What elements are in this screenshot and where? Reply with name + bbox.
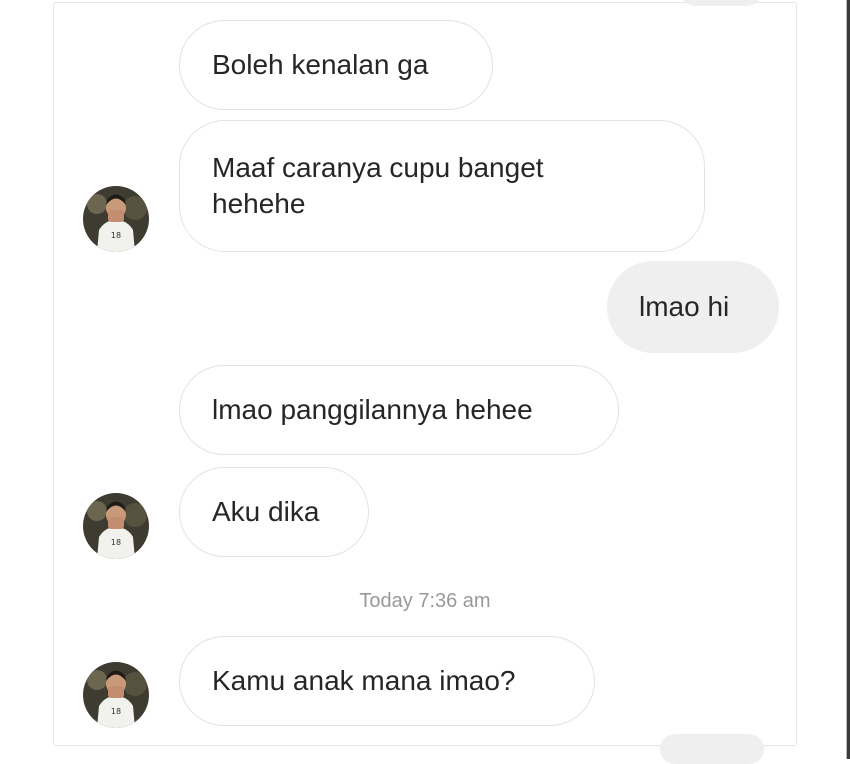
svg-text:18: 18: [111, 538, 121, 547]
message-bubble-outgoing: lmao hi: [607, 261, 779, 353]
message-timestamp: Today 7:36 am: [359, 590, 491, 612]
message-text: Boleh kenalan ga: [212, 49, 429, 80]
message-bubble-incoming: Boleh kenalan ga: [179, 20, 493, 110]
avatar[interactable]: 18: [83, 662, 149, 728]
avatar[interactable]: 18: [83, 186, 149, 252]
svg-text:18: 18: [111, 231, 121, 240]
person-icon: 18: [83, 493, 149, 559]
message-text: Kamu anak mana imao?: [212, 665, 516, 696]
message-text: Maaf caranya cupu banget hehehe: [212, 152, 544, 219]
message-bubble-incoming: lmao panggilannya hehee: [179, 365, 619, 455]
avatar[interactable]: 18: [83, 493, 149, 559]
svg-text:18: 18: [111, 707, 121, 716]
message-text: lmao hi: [639, 291, 730, 322]
message-text: Aku dika: [212, 496, 320, 527]
message-bubble-incoming: Maaf caranya cupu banget hehehe: [179, 120, 705, 252]
message-text: lmao panggilannya hehee: [212, 394, 533, 425]
person-icon: 18: [83, 662, 149, 728]
partial-message-bubble-top: [680, 0, 762, 6]
message-bubble-incoming: Kamu anak mana imao?: [179, 636, 595, 726]
message-bubble-incoming: Aku dika: [179, 467, 369, 557]
person-icon: 18: [83, 186, 149, 252]
partial-message-bubble-bottom: [660, 734, 764, 764]
